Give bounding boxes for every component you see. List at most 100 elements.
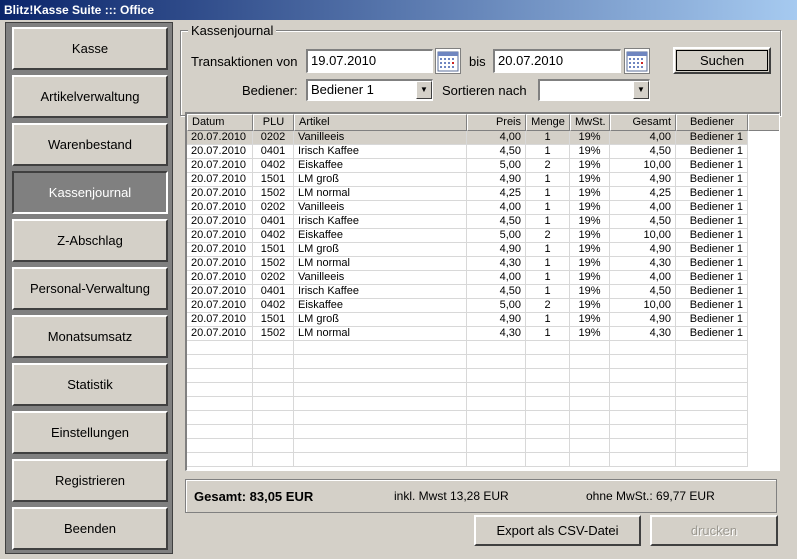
table-cell xyxy=(294,397,467,411)
export-csv-button[interactable]: Export als CSV-Datei xyxy=(474,515,641,546)
table-row[interactable]: 20.07.2010 1502 LM normal 4,25 1 19% 4,25 Bedie… xyxy=(187,187,779,201)
sidebar-item-z-abschlag[interactable]: Z-Abschlag xyxy=(12,219,168,262)
table-row[interactable]: 20.07.2010 1501 LM groß 4,90 1 19% 4,90 Bediene… xyxy=(187,173,779,187)
table-cell: 4,30 xyxy=(467,327,526,341)
table-row[interactable]: 20.07.2010 1502 LM normal 4,30 1 19% 4,30 Bedie… xyxy=(187,257,779,271)
table-row-empty[interactable] xyxy=(187,383,779,397)
table-row[interactable]: 20.07.2010 0202 Vanilleeis 4,00 1 19% 4,00 Bedi… xyxy=(187,131,779,145)
search-button[interactable]: Suchen xyxy=(673,47,771,74)
table-cell: 1 xyxy=(526,187,570,201)
table-row[interactable]: 20.07.2010 0401 Irisch Kaffee 4,50 1 19% 4,50 B… xyxy=(187,215,779,229)
table-cell xyxy=(526,355,570,369)
table-cell xyxy=(253,411,294,425)
sidebar: Kasse Artikelverwaltung Warenbestand Kassen… xyxy=(5,22,173,554)
table-cell: 1 xyxy=(526,173,570,187)
table-row-empty[interactable] xyxy=(187,397,779,411)
table-cell: 1 xyxy=(526,243,570,257)
chevron-down-icon[interactable]: ▼ xyxy=(416,81,432,99)
total-amount: Gesamt: 83,05 EUR xyxy=(194,489,314,504)
to-calendar-button[interactable] xyxy=(624,48,650,74)
table-cell: Bediener 1 xyxy=(676,327,748,341)
table-row[interactable]: 20.07.2010 0402 Eiskaffee 5,00 2 19% 10,00 Bedi… xyxy=(187,229,779,243)
table-cell: 19% xyxy=(570,215,610,229)
table-row-empty[interactable] xyxy=(187,425,779,439)
table-row[interactable]: 20.07.2010 0402 Eiskaffee 5,00 2 19% 10,00 Bedi… xyxy=(187,299,779,313)
table-cell: Vanilleeis xyxy=(294,271,467,285)
table-cell xyxy=(676,369,748,383)
from-date-input[interactable]: 19.07.2010 xyxy=(306,49,433,73)
table-cell: 4,25 xyxy=(467,187,526,201)
table-cell: 4,00 xyxy=(610,271,676,285)
chevron-down-icon[interactable]: ▼ xyxy=(633,81,649,99)
table-cell xyxy=(253,397,294,411)
table-cell: 0401 xyxy=(253,215,294,229)
sidebar-item-registrieren[interactable]: Registrieren xyxy=(12,459,168,502)
column-header[interactable]: Bediener xyxy=(676,114,748,131)
table-cell: 19% xyxy=(570,299,610,313)
table-row[interactable]: 20.07.2010 0401 Irisch Kaffee 4,50 1 19% 4,50 B… xyxy=(187,285,779,299)
column-header[interactable]: Menge xyxy=(526,114,570,131)
table-cell: Eiskaffee xyxy=(294,229,467,243)
table-row[interactable]: 20.07.2010 0202 Vanilleeis 4,00 1 19% 4,00 Bedi… xyxy=(187,201,779,215)
operator-select-value: Bediener 1 xyxy=(311,82,374,97)
sidebar-item-warenbestand[interactable]: Warenbestand xyxy=(12,123,168,166)
table-cell xyxy=(676,453,748,467)
column-header[interactable]: Artikel xyxy=(294,114,467,131)
table-cell xyxy=(294,425,467,439)
sort-select[interactable]: ▼ xyxy=(538,79,650,101)
print-button[interactable]: drucken xyxy=(650,515,778,546)
table-cell: 19% xyxy=(570,243,610,257)
table-row[interactable]: 20.07.2010 1501 LM groß 4,90 1 19% 4,90 Bediene… xyxy=(187,313,779,327)
table-cell: 1 xyxy=(526,145,570,159)
column-header[interactable]: Gesamt xyxy=(610,114,676,131)
table-row-empty[interactable] xyxy=(187,411,779,425)
table-cell: Eiskaffee xyxy=(294,299,467,313)
table-row-empty[interactable] xyxy=(187,439,779,453)
sidebar-item-beenden[interactable]: Beenden xyxy=(12,507,168,550)
column-header[interactable]: Datum xyxy=(187,114,253,131)
column-header[interactable]: PLU xyxy=(253,114,294,131)
table-cell: 2 xyxy=(526,229,570,243)
table-cell: 1501 xyxy=(253,173,294,187)
table-row-empty[interactable] xyxy=(187,369,779,383)
sidebar-item-artikelverwaltung[interactable]: Artikelverwaltung xyxy=(12,75,168,118)
sidebar-item-einstellungen[interactable]: Einstellungen xyxy=(12,411,168,454)
sidebar-item-statistik[interactable]: Statistik xyxy=(12,363,168,406)
table-row[interactable]: 20.07.2010 0402 Eiskaffee 5,00 2 19% 10,00 Bedi… xyxy=(187,159,779,173)
table-row-empty[interactable] xyxy=(187,355,779,369)
operator-select[interactable]: Bediener 1 ▼ xyxy=(306,79,433,101)
to-date-input[interactable]: 20.07.2010 xyxy=(493,49,621,73)
table-cell: 20.07.2010 xyxy=(187,313,253,327)
table-cell: 19% xyxy=(570,145,610,159)
sidebar-item-kassenjournal[interactable]: Kassenjournal xyxy=(12,171,168,214)
table-cell xyxy=(570,369,610,383)
column-header[interactable]: MwSt. xyxy=(570,114,610,131)
table-cell xyxy=(570,411,610,425)
sidebar-item-monatsumsatz[interactable]: Monatsumsatz xyxy=(12,315,168,358)
table-cell: 20.07.2010 xyxy=(187,271,253,285)
table-cell xyxy=(253,425,294,439)
table-cell xyxy=(294,341,467,355)
from-calendar-button[interactable] xyxy=(435,48,461,74)
table-row[interactable]: 20.07.2010 1502 LM normal 4,30 1 19% 4,30 Bedie… xyxy=(187,327,779,341)
journal-table[interactable]: Datum PLU Artikel Preis Menge MwSt. Gesamt Bedi… xyxy=(185,112,780,471)
table-cell: Bediener 1 xyxy=(676,299,748,313)
table-cell: 20.07.2010 xyxy=(187,327,253,341)
table-cell xyxy=(253,369,294,383)
table-cell: 4,50 xyxy=(610,285,676,299)
table-cell xyxy=(610,383,676,397)
table-row[interactable]: 20.07.2010 0202 Vanilleeis 4,00 1 19% 4,00 Bedi… xyxy=(187,271,779,285)
table-row-empty[interactable] xyxy=(187,341,779,355)
table-cell xyxy=(187,383,253,397)
table-row[interactable]: 20.07.2010 1501 LM groß 4,90 1 19% 4,90 Bediene… xyxy=(187,243,779,257)
sidebar-item-personal-verwaltung[interactable]: Personal-Verwaltung xyxy=(12,267,168,310)
sidebar-item-kasse[interactable]: Kasse xyxy=(12,27,168,70)
table-row[interactable]: 20.07.2010 0401 Irisch Kaffee 4,50 1 19% 4,50 B… xyxy=(187,145,779,159)
table-row-empty[interactable] xyxy=(187,453,779,467)
table-cell xyxy=(526,369,570,383)
table-cell xyxy=(610,397,676,411)
table-cell: 4,00 xyxy=(467,201,526,215)
table-cell: 0401 xyxy=(253,285,294,299)
table-cell xyxy=(676,439,748,453)
column-header[interactable]: Preis xyxy=(467,114,526,131)
